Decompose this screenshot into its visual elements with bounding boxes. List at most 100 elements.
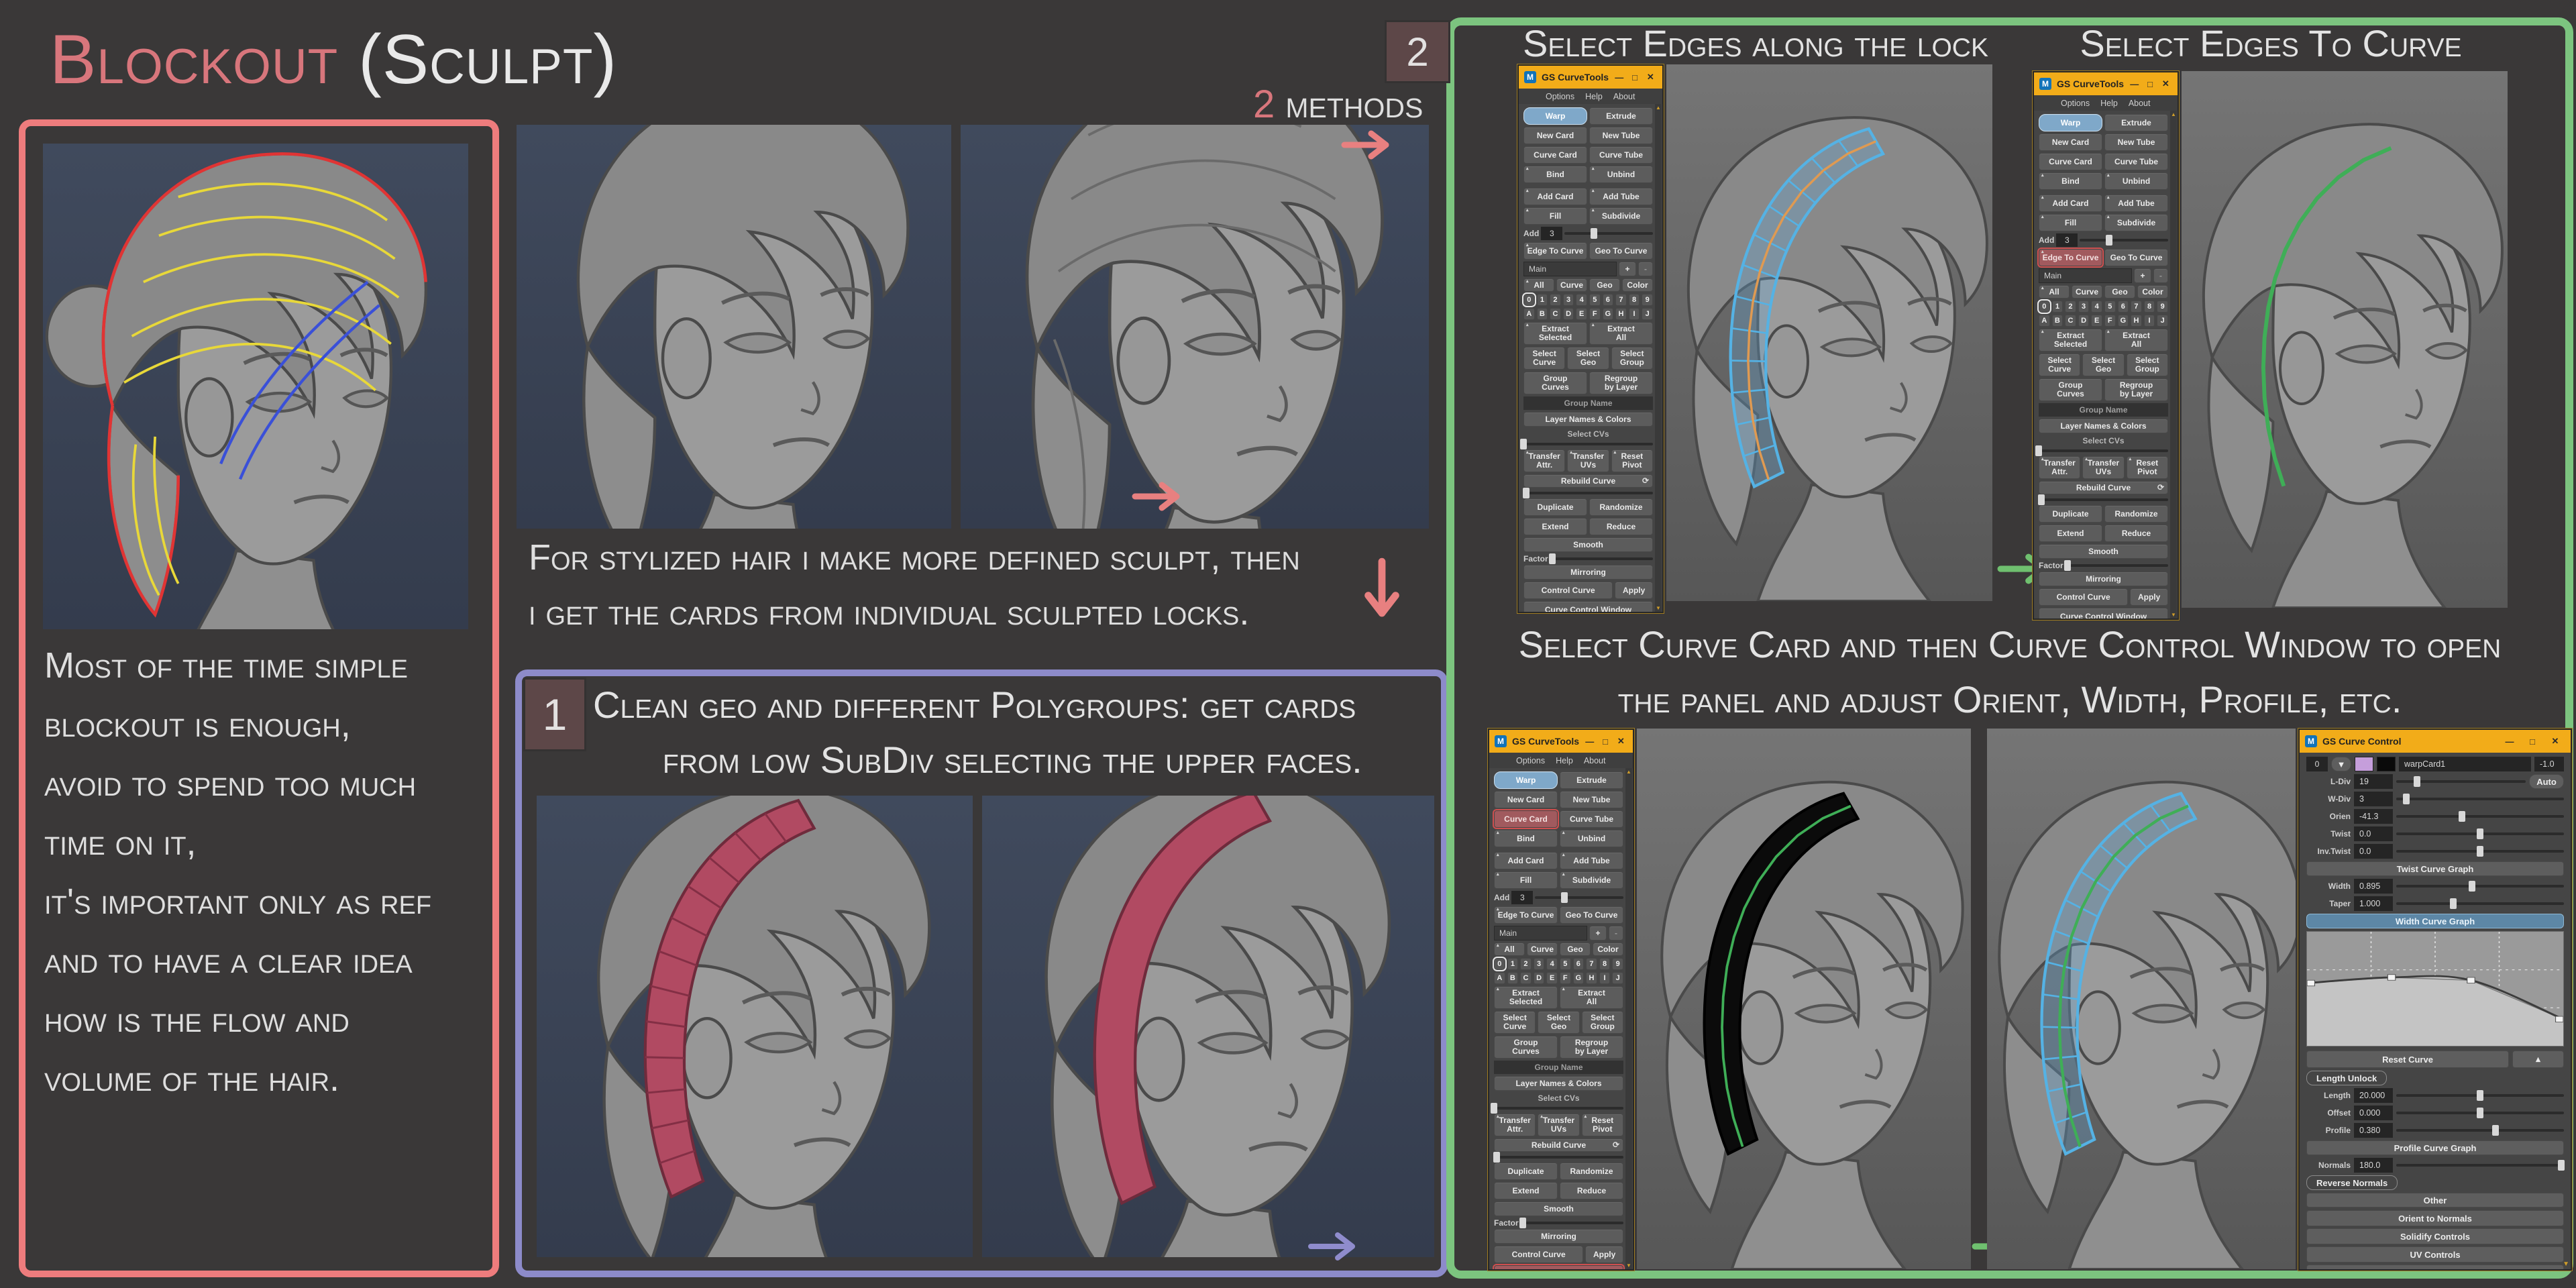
ct-button-add-tube[interactable]: Add Tube▴ bbox=[1560, 852, 1623, 869]
group-cell-0[interactable]: 0 bbox=[1494, 958, 1505, 970]
group-cell-D[interactable]: D bbox=[2078, 315, 2090, 327]
ct-button-reset-pivot[interactable]: Reset Pivot▴ bbox=[1611, 449, 1653, 472]
ct-button-color[interactable]: Color bbox=[1622, 278, 1653, 292]
ct-button-transfer-uvs[interactable]: Transfer UVs▴ bbox=[1567, 449, 1609, 472]
ct-button-layer-names-colors[interactable]: Layer Names & Colors bbox=[2039, 419, 2168, 433]
ct-button-select-geo[interactable]: Select Geo bbox=[2082, 354, 2124, 376]
close-icon[interactable]: ✕ bbox=[1616, 736, 1626, 747]
ct-button-extend[interactable]: Extend bbox=[1523, 518, 1587, 535]
scroll-down-icon[interactable]: ▼ bbox=[1626, 1263, 1631, 1269]
group-cell-5[interactable]: 5 bbox=[1560, 958, 1571, 970]
minimize-icon[interactable]: — bbox=[2129, 79, 2139, 89]
ct-button-select-geo[interactable]: Select Geo bbox=[1538, 1011, 1579, 1034]
group-cell-1[interactable]: 1 bbox=[1507, 958, 1519, 970]
ct-button-new-tube[interactable]: New Tube bbox=[1589, 127, 1653, 144]
slider-value-field[interactable]: 0.000 bbox=[2354, 1106, 2393, 1120]
ct-button-geo-to-curve[interactable]: Geo To Curve bbox=[1589, 242, 1653, 260]
group-cell-H[interactable]: H bbox=[2131, 315, 2142, 327]
group-cell-9[interactable]: 9 bbox=[2157, 301, 2168, 313]
ct-button-randomize[interactable]: Randomize bbox=[2104, 505, 2168, 523]
ct-button-rebuild-curve[interactable]: Rebuild Curve⟳ bbox=[2039, 481, 2168, 494]
group-cell-H[interactable]: H bbox=[1586, 972, 1597, 984]
maximize-icon[interactable]: □ bbox=[2145, 79, 2155, 89]
ct-button-curve-card[interactable]: Curve Card bbox=[1523, 146, 1587, 164]
menu-item-help[interactable]: Help bbox=[1585, 92, 1603, 101]
slider-track[interactable] bbox=[2396, 1112, 2564, 1114]
slider-track[interactable] bbox=[2065, 564, 2168, 567]
ct-button-warp[interactable]: Warp bbox=[1523, 107, 1587, 125]
slider-handle[interactable] bbox=[2477, 846, 2483, 857]
ct-button-all[interactable]: All▴ bbox=[1523, 278, 1554, 292]
card-name-field[interactable]: warpCard1 bbox=[2399, 757, 2531, 771]
close-icon[interactable]: ✕ bbox=[2161, 78, 2171, 89]
group-cell-2[interactable]: 2 bbox=[1520, 958, 1532, 970]
slider-value-field[interactable]: 3 bbox=[2354, 792, 2393, 806]
group-cell-8[interactable]: 8 bbox=[1629, 294, 1640, 306]
group-name-field[interactable]: Group Name bbox=[1523, 396, 1653, 410]
remove-group-button[interactable]: - bbox=[1638, 262, 1653, 276]
ct-button-curve[interactable]: Curve bbox=[1527, 943, 1558, 956]
slider-value-field[interactable]: 20.000 bbox=[2354, 1088, 2393, 1103]
ct-button-extract-selected[interactable]: Extract Selected▴ bbox=[1523, 322, 1587, 345]
slider-value-field[interactable]: -41.3 bbox=[2354, 809, 2393, 824]
ct-button-edge-to-curve[interactable]: Edge To Curve▴ bbox=[1523, 242, 1587, 260]
group-cell-7[interactable]: 7 bbox=[1615, 294, 1627, 306]
ct-button-new-card[interactable]: New Card bbox=[2039, 133, 2102, 151]
group-cell-4[interactable]: 4 bbox=[1576, 294, 1587, 306]
ct-button-curve-tube[interactable]: Curve Tube bbox=[2104, 153, 2168, 170]
ct-button-smooth[interactable]: Smooth bbox=[1523, 537, 1653, 552]
ct-button-add-tube[interactable]: Add Tube▴ bbox=[1589, 188, 1653, 205]
slider-track[interactable] bbox=[2396, 1094, 2564, 1097]
group-name-input[interactable]: Main bbox=[1523, 262, 1617, 276]
group-name-field[interactable]: Group Name bbox=[2039, 403, 2168, 417]
ct-button-geo[interactable]: Geo bbox=[1560, 943, 1591, 956]
slider-handle[interactable] bbox=[2477, 1108, 2483, 1118]
slider-track[interactable] bbox=[1535, 896, 1623, 899]
ct-button-extract-all[interactable]: Extract All▴ bbox=[1560, 986, 1623, 1009]
cc-button-orient-to-normals[interactable]: Orient to Normals bbox=[2306, 1210, 2564, 1226]
slider-handle[interactable] bbox=[1491, 1103, 1497, 1114]
ct-button-color[interactable]: Color bbox=[2137, 285, 2168, 299]
slider-track[interactable] bbox=[1523, 443, 1653, 445]
remove-group-button[interactable]: - bbox=[2153, 268, 2168, 283]
group-cell-3[interactable]: 3 bbox=[2078, 301, 2090, 313]
slider-track[interactable] bbox=[1550, 557, 1653, 560]
group-cell-3[interactable]: 3 bbox=[1563, 294, 1574, 306]
group-cell-G[interactable]: G bbox=[2118, 315, 2129, 327]
group-cell-C[interactable]: C bbox=[1520, 972, 1532, 984]
slider-track[interactable] bbox=[2396, 885, 2564, 888]
width-curve-graph[interactable] bbox=[2306, 931, 2564, 1046]
other-section-button[interactable]: Other bbox=[2306, 1193, 2564, 1208]
ct-button-extract-selected[interactable]: Extract Selected▴ bbox=[1494, 986, 1558, 1009]
group-cell-9[interactable]: 9 bbox=[1612, 958, 1623, 970]
ct-button-control-curve[interactable]: Control Curve bbox=[1494, 1246, 1583, 1263]
ct-button-geo-to-curve[interactable]: Geo To Curve bbox=[1560, 906, 1623, 924]
group-name-field[interactable]: Group Name bbox=[1494, 1061, 1623, 1074]
slider-handle[interactable] bbox=[2492, 1125, 2499, 1136]
group-cell-J[interactable]: J bbox=[1612, 972, 1623, 984]
add-group-button[interactable]: + bbox=[1589, 926, 1607, 941]
slider-track[interactable] bbox=[2039, 498, 2168, 501]
ct-button-all[interactable]: All▴ bbox=[2039, 285, 2070, 299]
ct-button-curve-control-window[interactable]: Curve Control Window bbox=[1494, 1265, 1623, 1269]
ct-button-curve-control-window[interactable]: Curve Control Window bbox=[1523, 601, 1653, 612]
card-value-field[interactable]: -1.0 bbox=[2534, 757, 2564, 771]
scrollbar[interactable]: ▲▼ bbox=[2170, 111, 2177, 619]
slider-handle[interactable] bbox=[2450, 898, 2457, 909]
slider-value-field[interactable]: 0.380 bbox=[2354, 1123, 2393, 1138]
ct-button-bind[interactable]: Bind▴ bbox=[1523, 166, 1587, 183]
group-cell-J[interactable]: J bbox=[2157, 315, 2168, 327]
ct-button-extrude[interactable]: Extrude bbox=[2104, 114, 2168, 131]
group-cell-8[interactable]: 8 bbox=[1599, 958, 1611, 970]
group-cell-D[interactable]: D bbox=[1563, 308, 1574, 320]
length-unlock-button[interactable]: Length Unlock bbox=[2306, 1071, 2387, 1085]
close-icon[interactable]: ✕ bbox=[2546, 736, 2564, 747]
slider-value-field[interactable]: 0.895 bbox=[2354, 879, 2393, 894]
group-cell-6[interactable]: 6 bbox=[1573, 958, 1585, 970]
slider-handle[interactable] bbox=[1519, 1218, 1526, 1228]
ct-button-select-group[interactable]: Select Group bbox=[1611, 347, 1653, 370]
ct-button-bind[interactable]: Bind▴ bbox=[1494, 830, 1558, 847]
ct-button-layer-names-colors[interactable]: Layer Names & Colors bbox=[1494, 1076, 1623, 1091]
maximize-icon[interactable]: □ bbox=[1600, 737, 1610, 747]
add-group-button[interactable]: + bbox=[2134, 268, 2151, 283]
